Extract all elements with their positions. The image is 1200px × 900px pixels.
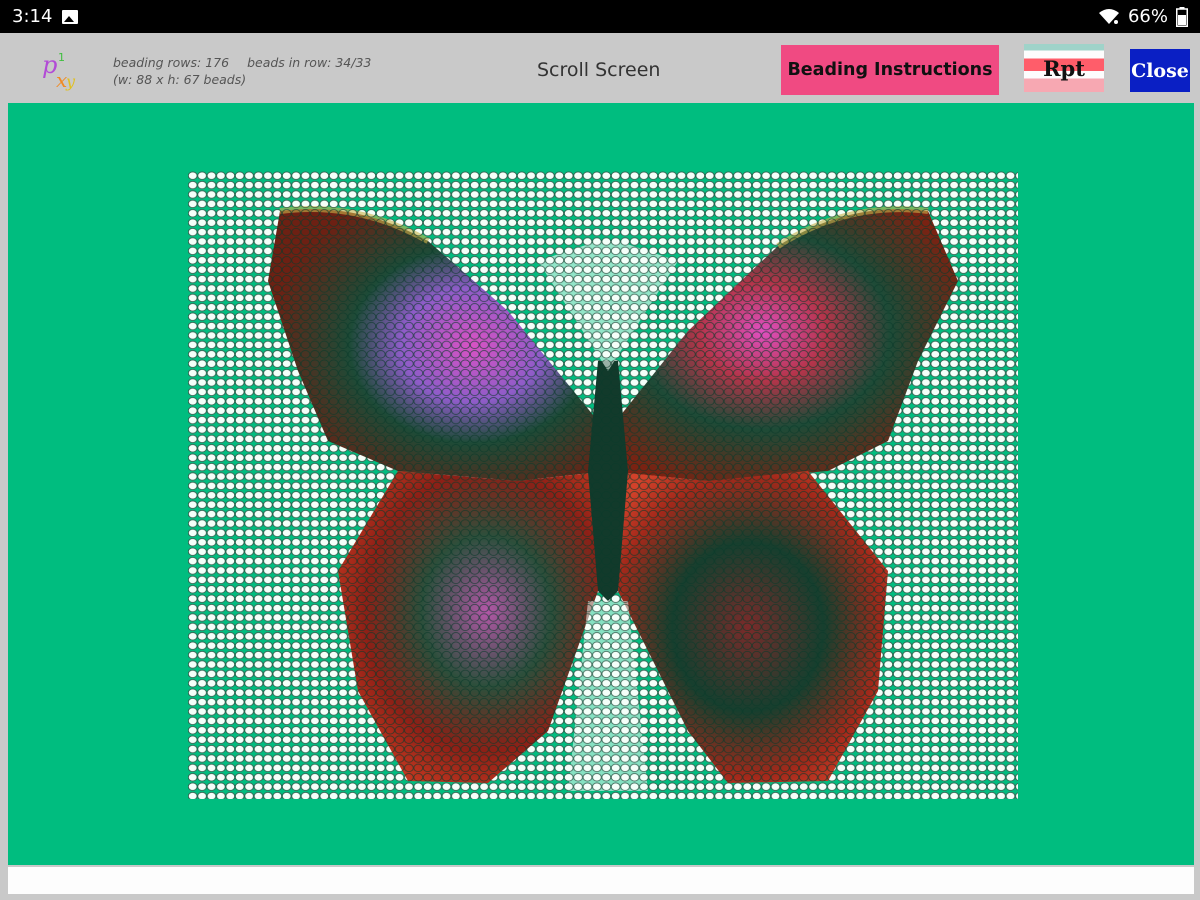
- gallery-icon: [62, 9, 79, 24]
- app-toolbar: p 1 x y beading rows: 176 beads in row: …: [0, 33, 1200, 101]
- status-left: 3:14: [12, 6, 79, 27]
- svg-text:1: 1: [58, 51, 65, 64]
- status-bar: 3:14 66%: [0, 0, 1200, 33]
- pixel-xy-logo-icon[interactable]: p 1 x y: [36, 45, 86, 92]
- status-time: 3:14: [12, 6, 53, 27]
- pattern-info: beading rows: 176 beads in row: 34/33 (w…: [113, 54, 385, 88]
- svg-text:y: y: [65, 72, 76, 91]
- bead-canvas[interactable]: [8, 103, 1194, 865]
- scroll-screen-toggle[interactable]: Scroll Screen: [537, 59, 660, 81]
- beading-rows-text: beading rows: 176: [113, 55, 230, 70]
- dimensions-text: (w: 88 x h: 67 beads): [113, 72, 247, 87]
- battery-percent: 66%: [1127, 6, 1168, 27]
- butterfly-bead-pattern: [188, 171, 1018, 799]
- report-button[interactable]: Rpt: [1024, 44, 1104, 92]
- bottom-bar: [8, 867, 1194, 894]
- info-line-1: beading rows: 176 beads in row: 34/33: [113, 54, 385, 71]
- close-button[interactable]: Close: [1130, 49, 1190, 92]
- beading-instructions-button[interactable]: Beading Instructions: [781, 45, 999, 95]
- status-right: 66%: [1098, 6, 1188, 27]
- beads-in-row-text: beads in row: 34/33: [247, 55, 372, 70]
- battery-icon: [1176, 6, 1188, 27]
- wifi-icon: [1098, 8, 1120, 26]
